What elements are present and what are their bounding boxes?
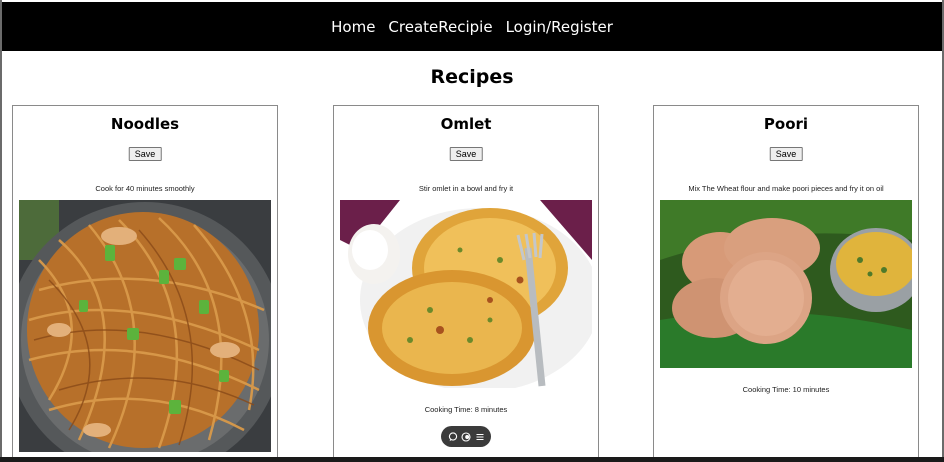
recipe-card-poori: Poori Save Mix The Wheat flour and make … xyxy=(653,105,919,462)
save-button[interactable]: Save xyxy=(769,147,803,161)
bottom-bar xyxy=(0,457,944,462)
nav-link-login-register[interactable]: Login/Register xyxy=(506,18,613,36)
nav-link-create-recipe[interactable]: CreateRecipie xyxy=(388,18,492,36)
omelette-photo xyxy=(340,200,592,388)
cooking-time: Cooking Time: 10 minutes xyxy=(742,385,830,394)
recipe-card-noodles: Noodles Save Cook for 40 minutes smoothl… xyxy=(12,105,278,462)
page-title: Recipes xyxy=(430,66,514,88)
floating-toolbar xyxy=(441,426,491,447)
cooking-time: Cooking Time: 8 minutes xyxy=(424,405,508,414)
nav-link-home[interactable]: Home xyxy=(331,18,375,36)
toggle-icon[interactable] xyxy=(460,431,472,443)
recipe-description: Mix The Wheat flour and make poori piece… xyxy=(688,184,884,193)
save-button[interactable]: Save xyxy=(449,147,483,161)
recipe-title: Omlet xyxy=(440,115,492,133)
recipe-description: Cook for 40 minutes smoothly xyxy=(95,184,195,193)
recipe-title: Poori xyxy=(763,115,809,133)
menu-icon[interactable] xyxy=(474,431,486,443)
poori-photo xyxy=(660,200,912,368)
recipe-card-omlet: Omlet Save Stir omlet in a bowl and fry … xyxy=(333,105,599,462)
navbar: Home CreateRecipie Login/Register xyxy=(2,2,942,51)
noodles-photo xyxy=(19,200,271,452)
save-button[interactable]: Save xyxy=(128,147,162,161)
comment-icon[interactable] xyxy=(447,431,459,443)
recipe-description: Stir omlet in a bowl and fry it xyxy=(418,184,514,193)
recipe-title: Noodles xyxy=(110,115,180,133)
